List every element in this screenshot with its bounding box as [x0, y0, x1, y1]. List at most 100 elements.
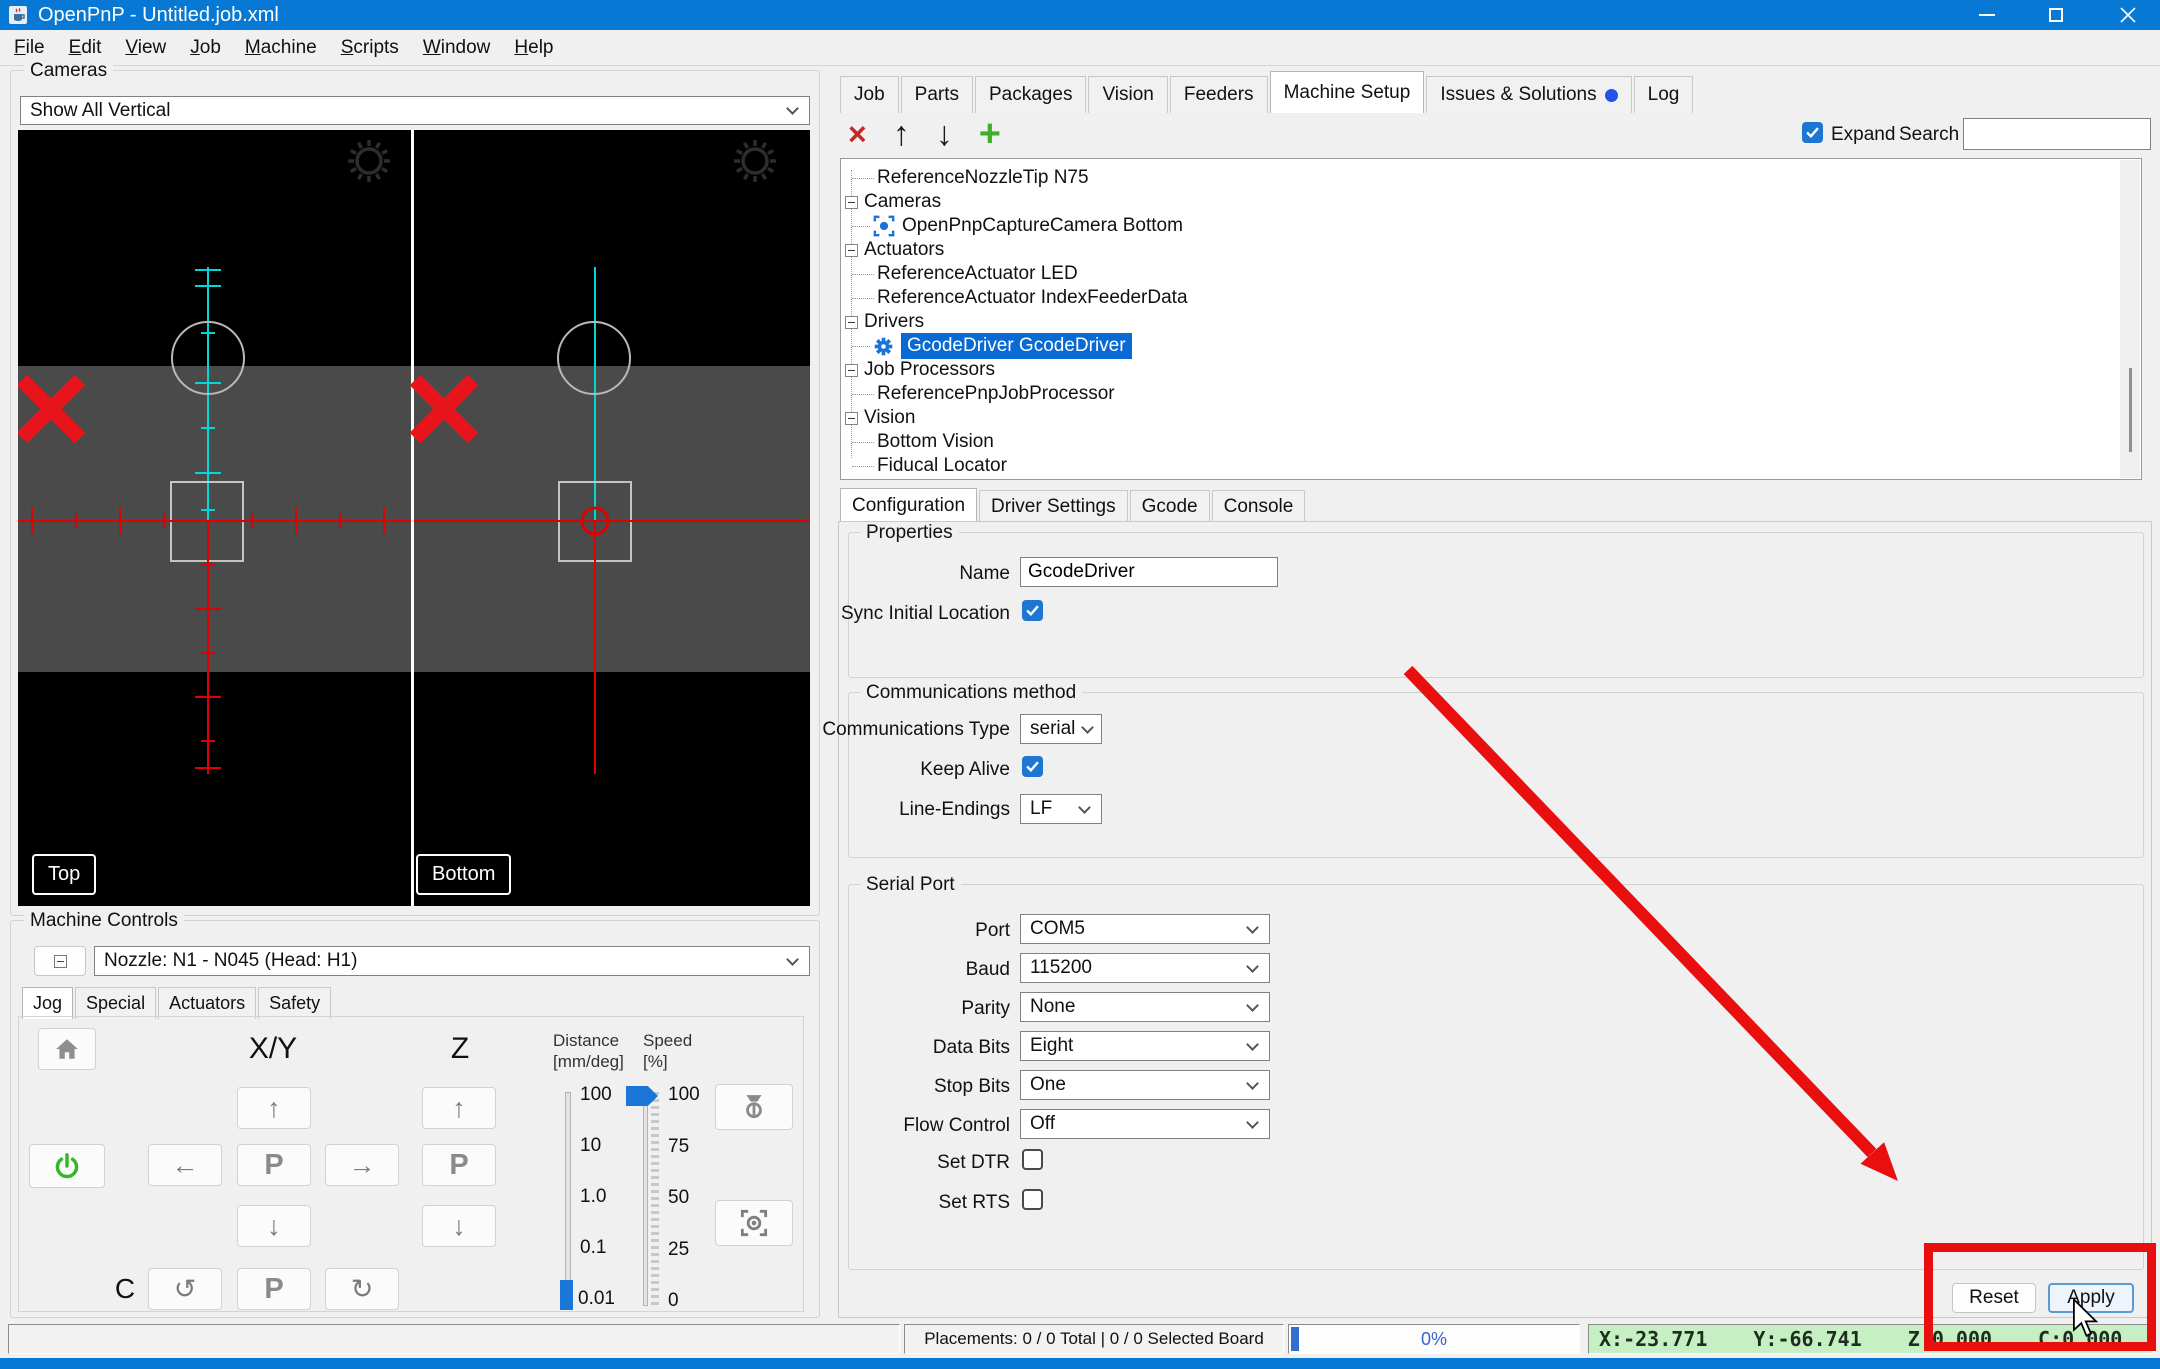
- menu-help[interactable]: Help: [502, 31, 565, 65]
- tab-driver-settings[interactable]: Driver Settings: [979, 490, 1128, 523]
- move-down-button[interactable]: ↓: [936, 117, 953, 151]
- parity-select[interactable]: None: [1020, 992, 1270, 1022]
- menu-view[interactable]: View: [113, 31, 178, 65]
- tree-item-pnpjobprocessor[interactable]: ReferencePnpJobProcessor: [852, 382, 1115, 406]
- nozzle-selector[interactable]: Nozzle: N1 - N045 (Head: H1): [94, 946, 810, 976]
- driver-name-input[interactable]: [1020, 557, 1278, 587]
- tab-jog[interactable]: Jog: [22, 987, 74, 1019]
- park-c-button[interactable]: P: [237, 1268, 311, 1310]
- reset-button[interactable]: Reset: [1952, 1283, 2036, 1313]
- position-camera-button[interactable]: [715, 1200, 793, 1246]
- tab-configuration[interactable]: Configuration: [840, 488, 978, 523]
- rotate-cw-button[interactable]: ↻: [325, 1268, 399, 1310]
- tab-packages[interactable]: Packages: [975, 76, 1087, 113]
- home-button[interactable]: [38, 1028, 96, 1070]
- collapse-toggle-icon[interactable]: [845, 363, 858, 377]
- tab-feeders[interactable]: Feeders: [1169, 76, 1268, 113]
- collapse-toggle-icon[interactable]: [845, 195, 858, 209]
- tree-item-nozzletip[interactable]: ReferenceNozzleTip N75: [852, 166, 1089, 190]
- tab-gcode[interactable]: Gcode: [1129, 490, 1210, 523]
- park-nozzle-button[interactable]: [715, 1084, 793, 1130]
- tab-safety[interactable]: Safety: [258, 987, 332, 1019]
- keep-alive-checkbox[interactable]: [1022, 756, 1043, 777]
- jog-x-minus-button[interactable]: ←: [148, 1144, 222, 1186]
- chevron-down-icon: [1078, 800, 1091, 814]
- power-button[interactable]: [29, 1144, 105, 1188]
- jog-y-plus-button[interactable]: ↑: [237, 1087, 311, 1129]
- minimize-button[interactable]: [1958, 0, 2016, 30]
- camera-overlay-graphics: [16, 130, 810, 906]
- move-up-button[interactable]: ↑: [893, 117, 910, 151]
- tree-item-capture-camera[interactable]: OpenPnpCaptureCamera Bottom: [852, 214, 1183, 238]
- expand-checkbox[interactable]: [1802, 122, 1823, 143]
- camera-view-selector[interactable]: Show All Vertical: [20, 96, 810, 125]
- stop-bits-select[interactable]: One: [1020, 1070, 1270, 1100]
- line-endings-select[interactable]: LF: [1020, 794, 1102, 824]
- park-xy-button[interactable]: P: [237, 1144, 311, 1186]
- tree-item-gcodedriver[interactable]: GcodeDriver GcodeDriver: [852, 333, 1132, 359]
- collapse-toggle-icon[interactable]: [845, 411, 858, 425]
- tab-special[interactable]: Special: [75, 987, 157, 1019]
- tree-scrollbar-thumb[interactable]: [2129, 368, 2132, 452]
- collapse-toggle-icon[interactable]: [845, 315, 858, 329]
- maximize-button[interactable]: [2027, 0, 2085, 30]
- speed-tick: 100: [668, 1084, 700, 1105]
- speed-slider-header: Speed [%]: [643, 1031, 693, 1071]
- tree-item-vision[interactable]: Vision: [845, 406, 915, 430]
- menu-window[interactable]: Window: [411, 31, 503, 65]
- jog-z-up-button[interactable]: ↑: [422, 1087, 496, 1129]
- speed-slider[interactable]: [643, 1092, 648, 1306]
- tree-item-job-processors[interactable]: Job Processors: [845, 358, 995, 382]
- sync-initial-location-checkbox[interactable]: [1022, 600, 1043, 621]
- cameras-group-label: Cameras: [24, 61, 114, 81]
- search-input[interactable]: [1963, 118, 2151, 150]
- chevron-down-icon: [786, 952, 799, 966]
- rotate-ccw-button[interactable]: ↺: [148, 1268, 222, 1310]
- tab-vision[interactable]: Vision: [1088, 76, 1168, 113]
- collapse-controls-button[interactable]: [34, 946, 86, 976]
- tab-actuators[interactable]: Actuators: [158, 987, 257, 1019]
- jog-z-down-button[interactable]: ↓: [422, 1205, 496, 1247]
- collapse-toggle-icon[interactable]: [845, 243, 858, 257]
- machine-setup-tree: [840, 158, 2142, 480]
- tab-parts[interactable]: Parts: [900, 76, 973, 113]
- tree-item-actuator-indexfeeder[interactable]: ReferenceActuator IndexFeederData: [852, 286, 1188, 310]
- tree-item-actuator-led[interactable]: ReferenceActuator LED: [852, 262, 1078, 286]
- tree-item-bottom-vision[interactable]: Bottom Vision: [852, 430, 994, 454]
- set-dtr-checkbox[interactable]: [1022, 1149, 1043, 1170]
- tab-job[interactable]: Job: [840, 76, 899, 113]
- close-button[interactable]: [2099, 0, 2157, 30]
- chevron-down-icon: [1246, 920, 1259, 934]
- jog-y-minus-button[interactable]: ↓: [237, 1205, 311, 1247]
- tab-log[interactable]: Log: [1633, 76, 1694, 113]
- stop-bits-label: Stop Bits: [933, 1076, 1010, 1097]
- dro-z: Z:0.000: [1907, 1327, 1993, 1351]
- tree-item-actuators[interactable]: Actuators: [845, 238, 944, 262]
- top-camera-label: Top: [32, 854, 97, 895]
- tree-item-fiducal-locator[interactable]: Fiducal Locator: [852, 454, 1007, 478]
- menu-scripts[interactable]: Scripts: [329, 31, 411, 65]
- distance-slider-handle[interactable]: [560, 1280, 573, 1310]
- tab-console[interactable]: Console: [1211, 490, 1306, 523]
- set-rts-checkbox[interactable]: [1022, 1189, 1043, 1210]
- flow-control-select[interactable]: Off: [1020, 1109, 1270, 1139]
- port-select[interactable]: COM5: [1020, 914, 1270, 944]
- tab-issues-solutions[interactable]: Issues & Solutions: [1426, 76, 1632, 113]
- delete-node-button[interactable]: ×: [848, 118, 867, 150]
- data-bits-select[interactable]: Eight: [1020, 1031, 1270, 1061]
- add-node-button[interactable]: +: [979, 115, 1001, 153]
- apply-button[interactable]: Apply: [2048, 1283, 2134, 1313]
- menu-job[interactable]: Job: [178, 31, 233, 65]
- tab-machine-setup[interactable]: Machine Setup: [1269, 71, 1425, 113]
- distance-slider[interactable]: [565, 1092, 571, 1308]
- tree-item-cameras[interactable]: Cameras: [845, 190, 941, 214]
- park-z-button[interactable]: P: [422, 1144, 496, 1186]
- baud-select[interactable]: 115200: [1020, 953, 1270, 983]
- menu-machine[interactable]: Machine: [233, 31, 329, 65]
- camera-feed-area[interactable]: Top Bottom: [16, 130, 810, 906]
- jog-x-plus-button[interactable]: →: [325, 1144, 399, 1186]
- communications-type-select[interactable]: serial: [1020, 714, 1102, 744]
- name-label: Name: [959, 563, 1010, 584]
- tree-item-drivers[interactable]: Drivers: [845, 310, 924, 334]
- home-icon: [56, 1039, 78, 1059]
